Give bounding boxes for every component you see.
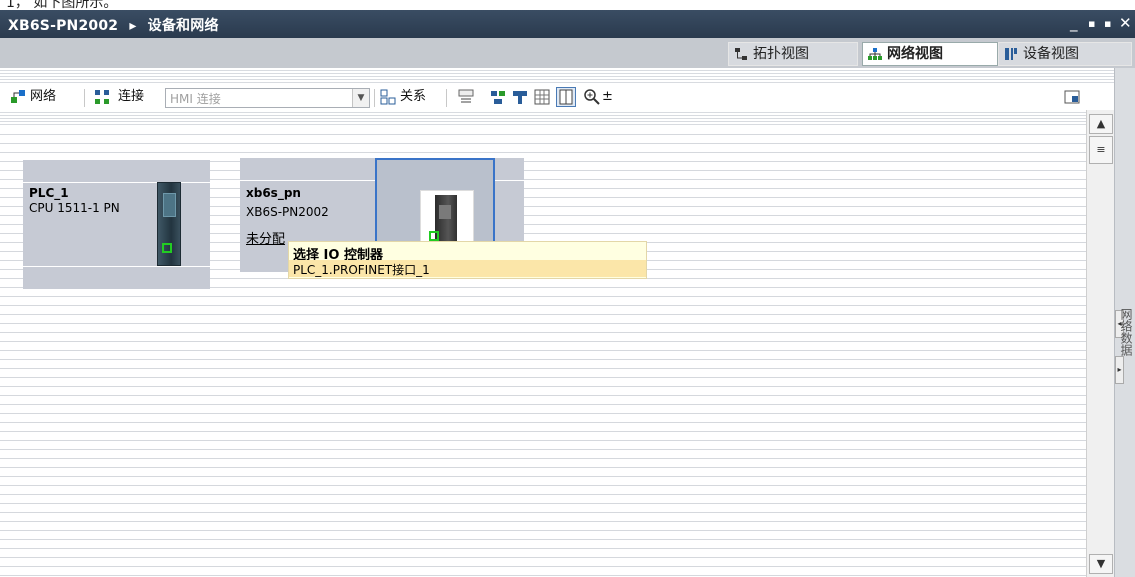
io-system-icon[interactable] [512, 89, 528, 105]
network-view-toolbar: 网络 连接 HMI 连接 ▼ 关系 ± [0, 68, 1120, 126]
device-view-icon [1005, 48, 1017, 60]
page-break-view-icon[interactable] [556, 87, 576, 107]
device-footer-divider [23, 266, 210, 267]
expand-right-icon[interactable]: ▸ [1115, 356, 1124, 384]
device-plc-1[interactable]: PLC_1 CPU 1511-1 PN [23, 160, 210, 289]
breadcrumb-section: 设备和网络 [147, 18, 219, 34]
device-name: xb6s_pn [246, 186, 301, 200]
breadcrumb-device[interactable]: XB6S-PN2002 [8, 18, 118, 34]
chevron-down-icon[interactable]: ▼ [352, 89, 369, 107]
zoom-options-icon[interactable]: ± [602, 89, 613, 105]
network-mode-icon[interactable] [10, 89, 26, 105]
tab-network-view[interactable]: 网络视图 [862, 42, 998, 66]
grid-view-icon[interactable] [534, 89, 550, 105]
profinet-port-icon[interactable] [162, 243, 172, 253]
show-address-names-icon[interactable] [458, 89, 474, 105]
scroll-thumb[interactable]: ≡ [1089, 136, 1113, 164]
scroll-down-icon[interactable]: ▼ [1089, 554, 1113, 574]
restore-button[interactable]: ▪ [1088, 17, 1095, 30]
overview-navigation-icon[interactable] [1064, 89, 1080, 105]
breadcrumb: XB6S-PN2002 ▸ 设备和网络 [8, 15, 219, 35]
toolbar-divider [374, 89, 375, 107]
network-data-side-panel[interactable]: ◂ ▸ 网络数据 [1114, 68, 1135, 577]
tab-topology-label: 拓扑视图 [753, 46, 809, 62]
cpu-module-image [157, 182, 181, 266]
connection-icon [95, 90, 109, 104]
io-module-front [439, 205, 451, 219]
toolbar-divider [446, 89, 447, 107]
network-overview-icon[interactable] [490, 89, 506, 105]
scroll-up-icon[interactable]: ▲ [1089, 114, 1113, 134]
minimize-button[interactable]: _ [1070, 14, 1078, 32]
breadcrumb-arrow-icon: ▸ [129, 18, 137, 34]
connection-type-value: HMI 连接 [170, 92, 221, 106]
io-controller-option-label: PLC_1.PROFINET接口_1 [293, 263, 430, 277]
document-text-fragment: 1， 如下图所示。 [0, 0, 1135, 10]
cpu-display [163, 193, 176, 217]
device-header-divider [23, 182, 210, 183]
topology-view-icon [735, 48, 747, 60]
relation-button[interactable]: 关系 [400, 89, 426, 105]
io-controller-assign-link[interactable]: 未分配 [246, 228, 285, 247]
close-button[interactable]: ✕ [1119, 14, 1132, 32]
network-mode-button[interactable]: 网络 [30, 89, 56, 105]
maximize-button[interactable]: ▪ [1104, 17, 1111, 30]
toolbar-row: 网络 连接 HMI 连接 ▼ 关系 ± [0, 83, 1120, 111]
io-controller-option[interactable]: PLC_1.PROFINET接口_1 [289, 260, 646, 277]
tab-network-label: 网络视图 [887, 46, 943, 62]
zoom-in-icon[interactable] [584, 89, 600, 105]
tab-topology-view[interactable]: 拓扑视图 [728, 42, 858, 66]
relation-icon [380, 89, 396, 105]
toolbar-divider [84, 89, 85, 107]
side-panel-label: 网络数据 [1119, 308, 1133, 356]
vertical-scrollbar[interactable]: ▲ ≡ ▼ [1086, 110, 1115, 577]
profinet-port-icon[interactable] [429, 231, 439, 241]
view-tab-bar: 拓扑视图 网络视图 设备视图 [0, 38, 1135, 68]
network-view-canvas[interactable]: PLC_1 CPU 1511-1 PN xb6s_pn XB6S-PN2002 … [0, 126, 1120, 577]
device-model: CPU 1511-1 PN [29, 201, 120, 215]
tab-device-view[interactable]: 设备视图 [998, 42, 1132, 66]
select-io-controller-popup: 选择 IO 控制器 PLC_1.PROFINET接口_1 [288, 241, 647, 279]
connection-type-select[interactable]: HMI 连接 ▼ [165, 88, 370, 108]
device-name: PLC_1 [29, 186, 69, 200]
tab-device-label: 设备视图 [1023, 46, 1079, 62]
editor-title-bar: XB6S-PN2002 ▸ 设备和网络 _ ▪ ▪ ✕ [0, 10, 1135, 38]
network-view-icon [868, 48, 882, 60]
connection-mode-button[interactable]: 连接 [118, 89, 144, 105]
device-model: XB6S-PN2002 [246, 205, 329, 219]
